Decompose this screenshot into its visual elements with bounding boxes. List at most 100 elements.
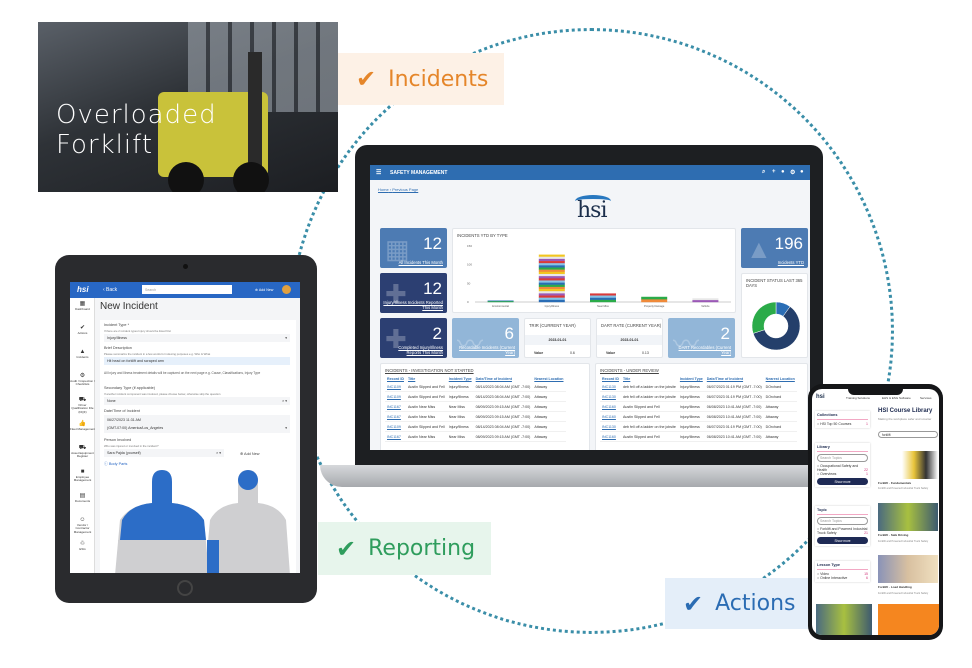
- body-front[interactable]: [115, 470, 209, 573]
- sidebar-item[interactable]: ▦ Dashboard: [70, 301, 95, 311]
- show-more-button[interactable]: Show more: [817, 478, 868, 485]
- injury-reported-tile[interactable]: ✚ 12 Injury/Illness Incidents Reported T…: [380, 273, 447, 313]
- course-title[interactable]: Forklift - Load Handling: [878, 585, 912, 589]
- table-cell: Austin Slipped and Fell: [405, 421, 447, 432]
- timezone-select[interactable]: (GMT-07:00) America/Los_Angeles: [107, 426, 163, 430]
- course-thumbnail[interactable]: [816, 604, 872, 635]
- tile-label[interactable]: All Incidents This Month: [383, 260, 443, 265]
- record-id-link[interactable]: INC1167: [385, 401, 406, 412]
- bar-vehicle[interactable]: [692, 298, 719, 303]
- filter-option[interactable]: ○ Overviews 1: [817, 472, 868, 476]
- user-icon[interactable]: ●: [800, 169, 804, 175]
- course-thumbnail[interactable]: [878, 604, 939, 635]
- incidents-ytd-tile[interactable]: ▲ 196 Incidents YTD: [741, 228, 808, 268]
- table-row[interactable]: INC1130 deb fell off a ladder on the jobs…: [600, 382, 797, 392]
- table-row[interactable]: INC1160 Austin Slipped and Fell Injury/Ill…: [600, 431, 797, 442]
- table-row[interactable]: INC1109 Austin Slipped and Fell Injury/Ill…: [385, 382, 566, 392]
- tile-label[interactable]: Incidents YTD: [744, 260, 804, 265]
- dart-recordables-tile[interactable]: 〰 2 DART Recordables (Current Year): [668, 318, 735, 358]
- completed-reports-tile[interactable]: ✚ 2 Completed Injury/Illness Reports Thi…: [380, 318, 447, 358]
- bar-injury-illness[interactable]: [538, 254, 565, 303]
- bar-environmental[interactable]: [487, 300, 514, 303]
- datetime-input[interactable]: 06/27/2023 11:31 AM (GMT-07:00) America/L…: [104, 415, 290, 433]
- table-row[interactable]: INC1109 Austin Slipped and Fell Injury/Ill…: [385, 421, 566, 432]
- table-row[interactable]: INC1130 deb fell off a ladder on the jobs…: [600, 421, 797, 432]
- table-cell: Injury/Illness: [677, 431, 705, 442]
- table-row[interactable]: INC1160 Austin Slipped and Fell Injury/Ill…: [600, 401, 797, 412]
- record-id-link[interactable]: INC1167: [385, 411, 406, 422]
- tile-label[interactable]: Completed Injury/Illness Reports This Mo…: [383, 345, 443, 355]
- sidebar-item[interactable]: ♲ ESG: [70, 541, 95, 551]
- sidebar-item[interactable]: 👍 Fleet Management: [70, 421, 95, 431]
- record-id-link[interactable]: INC1160: [600, 401, 621, 412]
- table-row[interactable]: INC1160 Austin Slipped and Fell Injury/Ill…: [600, 411, 797, 422]
- topic-search-input[interactable]: Search Topics: [817, 517, 868, 525]
- body-back[interactable]: [205, 470, 290, 573]
- search-input[interactable]: Search: [142, 285, 232, 294]
- body-diagram[interactable]: [110, 470, 290, 573]
- add-person-button[interactable]: ⊕ Add New: [240, 451, 259, 456]
- record-id-link[interactable]: INC1109: [385, 382, 406, 392]
- record-id-link[interactable]: INC1160: [600, 411, 621, 422]
- tile-label[interactable]: DART Recordables (Current Year): [671, 345, 731, 355]
- record-id-link[interactable]: INC1160: [600, 431, 621, 442]
- bar-near-miss[interactable]: [590, 293, 616, 303]
- course-thumbnail[interactable]: [878, 503, 938, 531]
- breadcrumb-previous[interactable]: Previous Page: [392, 187, 418, 192]
- incident-type-select[interactable]: Injury/Illness ▾: [104, 334, 290, 342]
- breadcrumb-home[interactable]: Home: [378, 187, 389, 192]
- recordable-incidents-tile[interactable]: 〰 6 Recordable Incidents (Current Year): [452, 318, 519, 358]
- table-row[interactable]: INC1167 Austin Near Miss Near Miss 08/09/20…: [385, 401, 566, 412]
- filter-option[interactable]: ○ Online Interactive 6: [817, 576, 868, 580]
- table-row[interactable]: INC1167 Austin Near Miss Near Miss 08/09/20…: [385, 411, 566, 422]
- show-more-button[interactable]: Show more: [817, 537, 868, 544]
- sidebar-item[interactable]: ▤ Documents: [70, 493, 95, 503]
- table-row[interactable]: INC1109 Austin Slipped and Fell Injury/Ill…: [385, 391, 566, 402]
- sidebar-item[interactable]: ■ Employee Management: [70, 469, 95, 483]
- donut-segment[interactable]: [751, 301, 777, 334]
- course-search-input[interactable]: forklift: [878, 431, 938, 438]
- avatar[interactable]: [282, 285, 291, 294]
- sidebar-item[interactable]: ⛟ Driver Qualification File (DQF): [70, 397, 95, 414]
- nav-services[interactable]: Services: [920, 396, 932, 400]
- kpi-value-label: Value: [606, 351, 616, 355]
- back-button[interactable]: ‹ Back: [103, 287, 117, 293]
- help-icon[interactable]: ●: [781, 169, 785, 175]
- filter-option[interactable]: ○ Forklift and Powered Industrial Truck …: [817, 527, 868, 535]
- table-row[interactable]: INC1167 Austin Near Miss Near Miss 08/09/20…: [385, 431, 566, 442]
- record-id-link[interactable]: INC1109: [385, 391, 406, 402]
- secondary-type-select[interactable]: None × ▾: [104, 397, 290, 405]
- filter-option[interactable]: ○ HSI Top 50 Courses 1: [817, 422, 868, 426]
- record-id-link[interactable]: INC1130: [600, 382, 621, 392]
- record-id-link[interactable]: INC1130: [600, 391, 621, 402]
- search-icon[interactable]: ⌕: [762, 169, 765, 176]
- nav-training-solutions[interactable]: Training Solutions: [846, 396, 870, 400]
- sidebar-item[interactable]: ☺ Vendor / Contractor Management: [70, 517, 95, 534]
- brief-description-input[interactable]: Hit head on forklift and scraped arm: [104, 357, 290, 365]
- record-id-link[interactable]: INC1109: [385, 421, 406, 432]
- sidebar-item[interactable]: ⛟ Asset Equipment Register: [70, 445, 95, 459]
- sidebar-item[interactable]: ▲ Incidents: [70, 349, 95, 359]
- record-id-link[interactable]: INC1167: [385, 431, 406, 442]
- person-select[interactable]: Sara Pajda (yourself) × ▾: [104, 449, 224, 457]
- tile-label[interactable]: Recordable Incidents (Current Year): [455, 345, 515, 355]
- library-search-input[interactable]: Search Topics: [817, 454, 868, 462]
- bar-property-damage[interactable]: [641, 296, 668, 303]
- course-thumbnail[interactable]: [878, 451, 938, 479]
- tile-label[interactable]: Injury/Illness Incidents Reported This M…: [383, 300, 443, 310]
- nav-ehs-software[interactable]: EHS & ESG Software: [882, 396, 911, 400]
- course-thumbnail[interactable]: [878, 555, 938, 583]
- gear-icon[interactable]: ⚙: [790, 169, 795, 176]
- sidebar-item[interactable]: ✔ Actions: [70, 325, 95, 335]
- add-new-button[interactable]: ⊕ Add New: [255, 288, 273, 292]
- table-row[interactable]: INC1130 deb fell off a ladder on the jobs…: [600, 391, 797, 402]
- plus-icon[interactable]: +: [772, 169, 776, 175]
- sidebar-item[interactable]: ⚙ Audit / Inspection / Checklists: [70, 373, 95, 387]
- menu-icon[interactable]: ☰: [376, 169, 381, 176]
- tablet-home-button[interactable]: [177, 580, 193, 596]
- filter-option[interactable]: ○ Occupational Safety and Health 22: [817, 464, 868, 472]
- all-incidents-tile[interactable]: ▦ 12 All Incidents This Month: [380, 228, 447, 268]
- course-title[interactable]: Forklift - Safe Driving: [878, 533, 908, 537]
- record-id-link[interactable]: INC1130: [600, 421, 621, 432]
- course-title[interactable]: Forklift - Fundamentals: [878, 481, 911, 485]
